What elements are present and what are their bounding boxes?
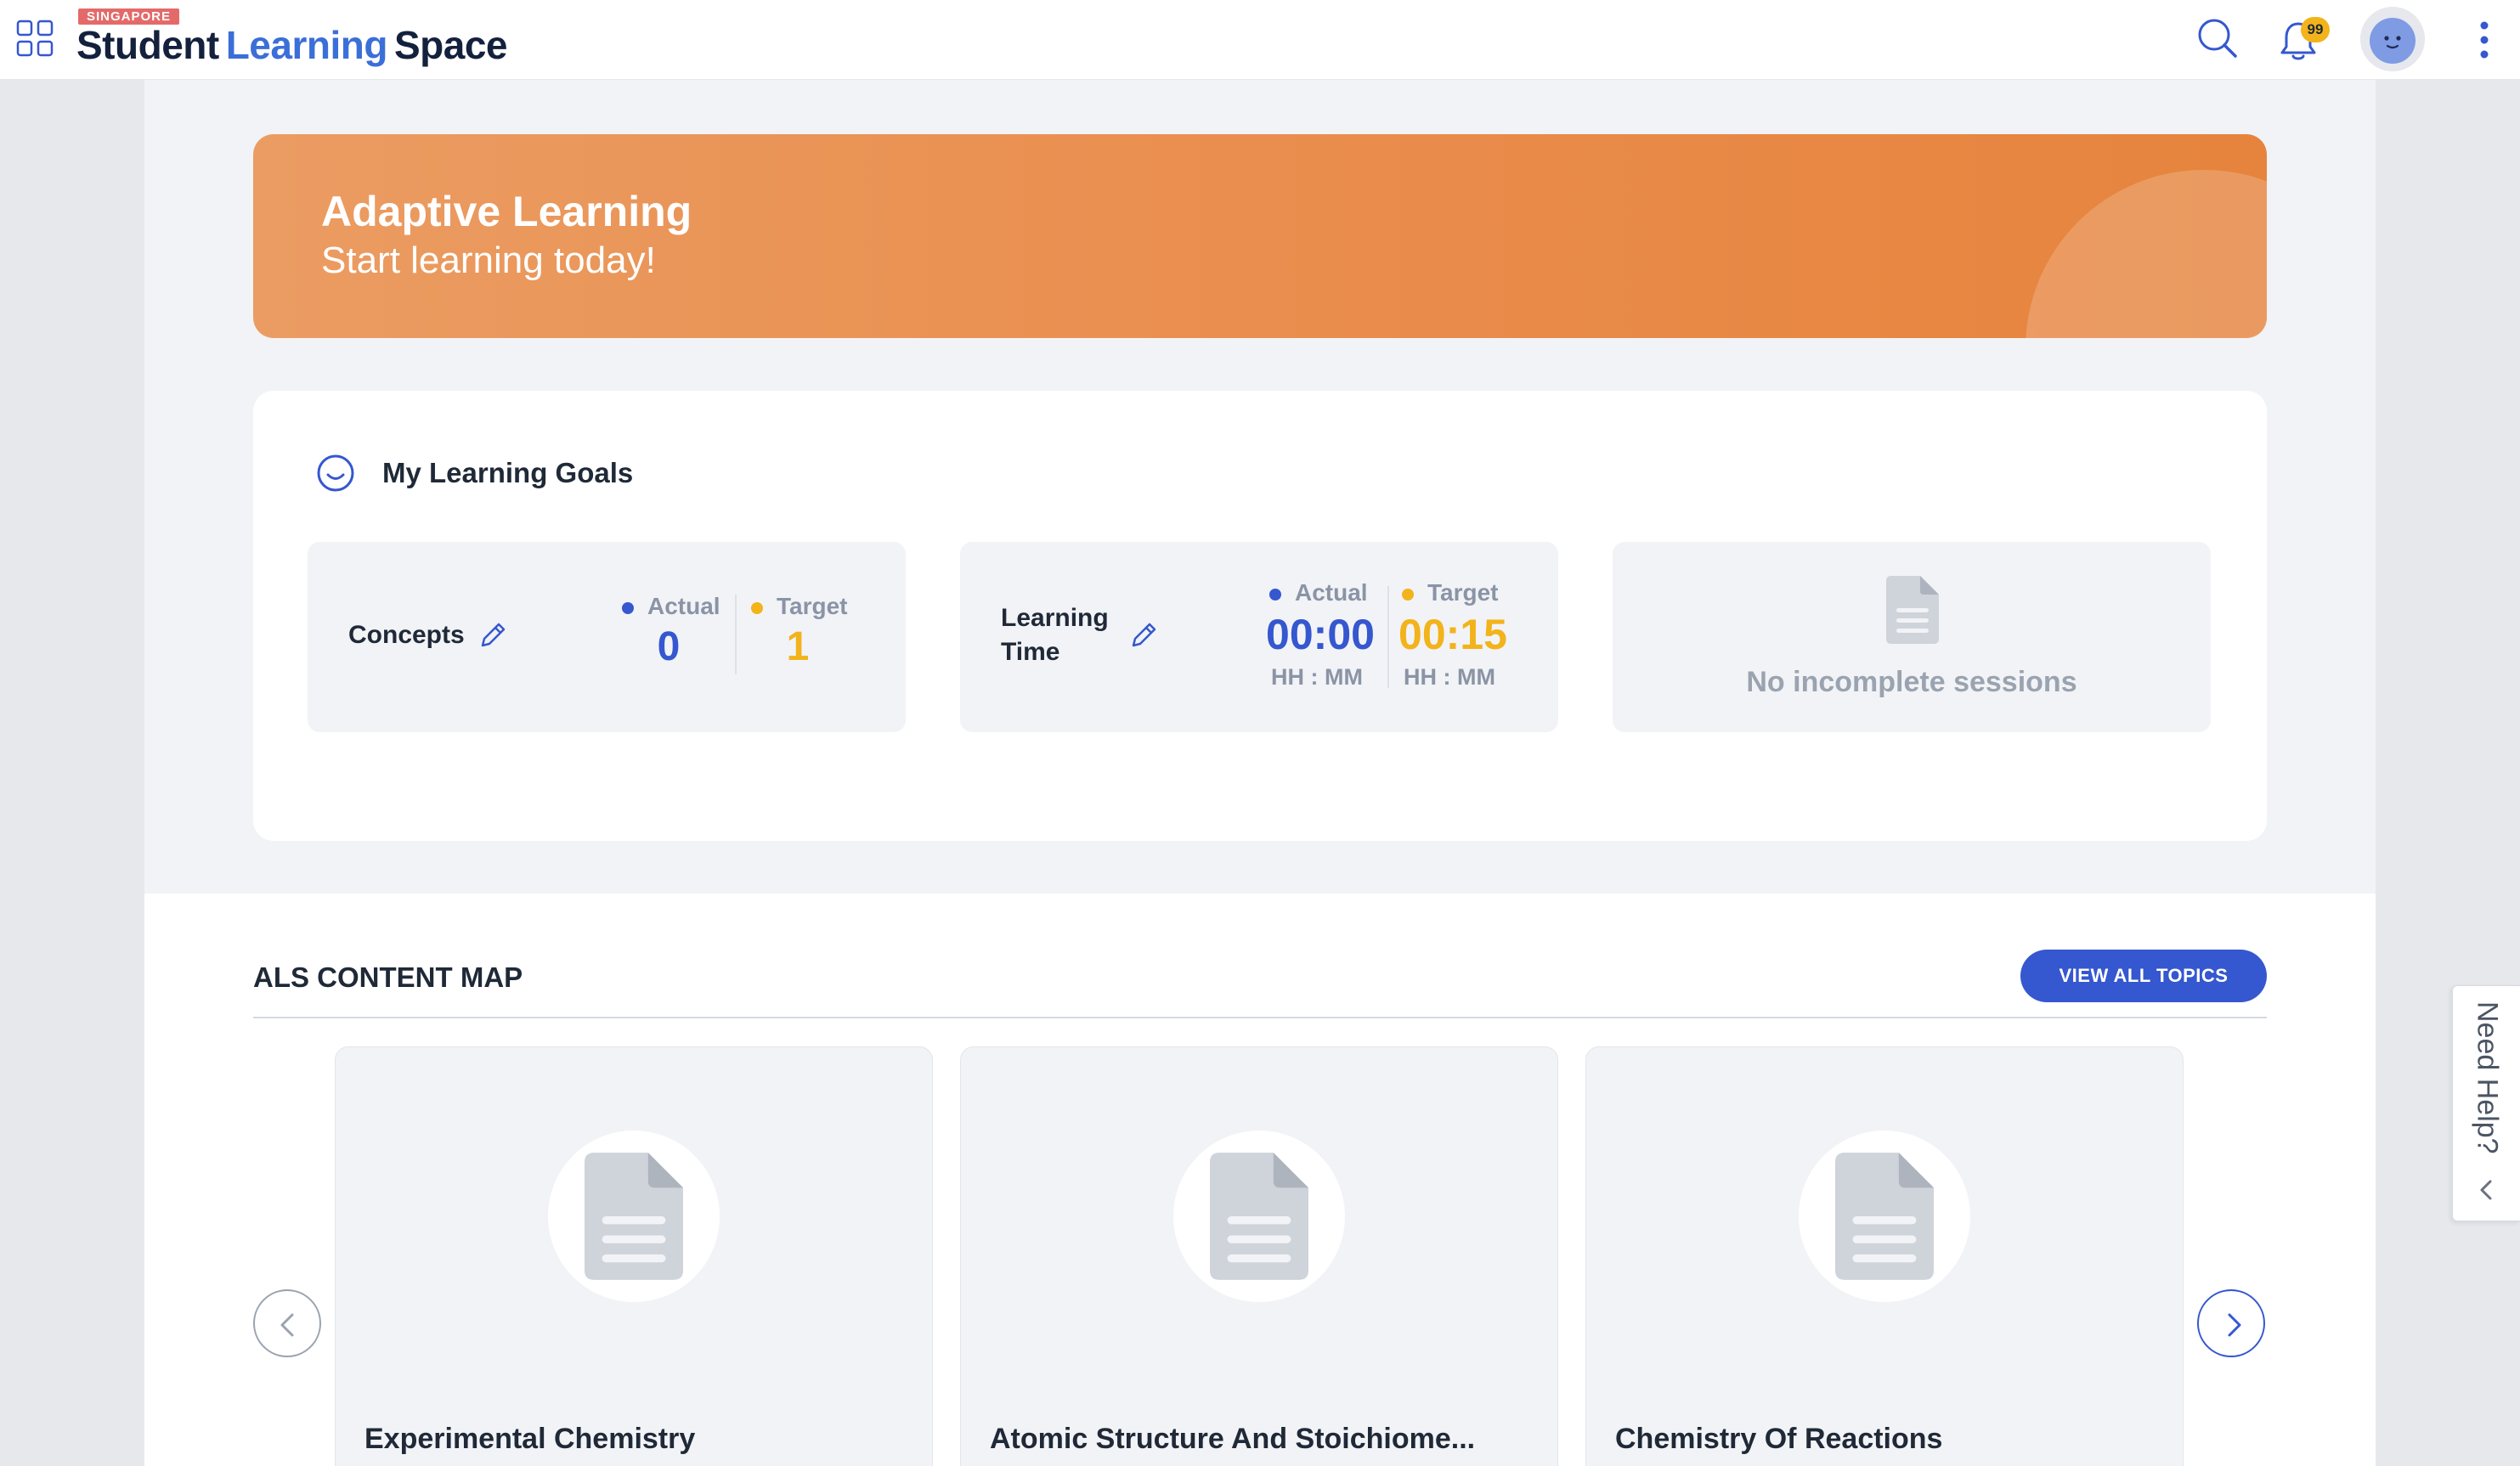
learning-time-actual-legend: Actual <box>1269 579 1368 606</box>
search-icon[interactable] <box>2196 17 2239 59</box>
need-help-tab[interactable]: Need Help? <box>2452 985 2520 1221</box>
top-bar: SINGAPORE Student Learning Space 99 <box>0 0 2520 80</box>
learning-goals-title: My Learning Goals <box>382 457 634 488</box>
edit-learning-time-icon[interactable] <box>1127 618 1161 652</box>
concepts-label: Concepts <box>348 621 465 649</box>
smiley-icon <box>317 454 354 492</box>
document-icon <box>1835 1153 1934 1280</box>
topic-thumbnail <box>1173 1131 1345 1302</box>
logo-text: Student Learning Space <box>76 22 507 68</box>
document-icon <box>1210 1153 1308 1280</box>
chevron-right-icon <box>2228 1313 2241 1337</box>
notification-badge: 99 <box>2301 17 2330 42</box>
avatar-face-icon <box>2360 7 2425 71</box>
adaptive-learning-banner: Adaptive Learning Start learning today! <box>253 134 2267 338</box>
banner-title: Adaptive Learning <box>321 188 692 235</box>
banner-decoration <box>2026 170 2267 338</box>
concepts-divider <box>735 595 737 674</box>
content-map-divider <box>253 1017 2267 1018</box>
concepts-goal-card: Concepts Actual 0 Target 1 <box>308 542 906 732</box>
topic-name: Chemistry Of Reactions <box>1615 1423 1943 1455</box>
no-sessions-text: No incomplete sessions <box>1746 666 2077 698</box>
document-icon <box>585 1153 683 1280</box>
topic-card[interactable]: Experimental Chemistry <box>335 1046 933 1466</box>
incomplete-sessions-card: No incomplete sessions <box>1613 542 2211 732</box>
need-help-label: Need Help? <box>2471 1001 2504 1154</box>
chevron-left-icon <box>2480 1180 2492 1200</box>
concepts-target-legend: Target <box>751 593 848 620</box>
logo-word-student: Student <box>76 23 219 67</box>
edit-concepts-icon[interactable] <box>476 618 510 652</box>
carousel-next-button[interactable] <box>2197 1289 2265 1357</box>
learning-time-target-legend: Target <box>1402 579 1499 606</box>
topic-thumbnail <box>548 1131 720 1302</box>
learning-time-target-unit: HH : MM <box>1404 664 1495 690</box>
banner-subtitle: Start learning today! <box>321 240 656 281</box>
topic-name: Atomic Structure And Stoichiome... <box>990 1423 1476 1455</box>
more-vertical-icon[interactable] <box>2469 19 2500 61</box>
document-icon <box>1886 576 1939 644</box>
concepts-target-value: 1 <box>786 624 810 669</box>
avatar[interactable] <box>2360 7 2425 71</box>
learning-goals-panel: My Learning Goals Concepts Actual 0 Targ… <box>253 391 2267 841</box>
view-all-topics-button[interactable]: VIEW ALL TOPICS <box>2020 950 2267 1002</box>
logo-word-space: Space <box>393 23 508 67</box>
learning-time-actual-value: 00:00 <box>1266 611 1375 658</box>
topic-name: Experimental Chemistry <box>364 1423 696 1455</box>
concepts-actual-legend: Actual <box>622 593 720 620</box>
concepts-actual-value: 0 <box>657 624 681 669</box>
content-map-title: ALS CONTENT MAP <box>253 961 523 993</box>
learning-time-divider <box>1387 586 1389 688</box>
topic-thumbnail <box>1799 1131 1970 1302</box>
apps-grid-icon[interactable] <box>15 19 54 58</box>
learning-time-goal-card: Learning Time Actual 00:00 HH : MM Targe… <box>960 542 1558 732</box>
logo-word-learning: Learning <box>225 23 388 67</box>
chevron-left-icon <box>280 1313 294 1337</box>
topic-card[interactable]: Atomic Structure And Stoichiome... <box>960 1046 1558 1466</box>
carousel-prev-button[interactable] <box>253 1289 321 1357</box>
topic-card[interactable]: Chemistry Of Reactions <box>1585 1046 2184 1466</box>
learning-time-actual-unit: HH : MM <box>1271 664 1363 690</box>
notifications-button[interactable]: 99 <box>2277 17 2330 63</box>
learning-time-label: Learning Time <box>1001 604 1109 666</box>
learning-time-target-value: 00:15 <box>1398 611 1507 658</box>
